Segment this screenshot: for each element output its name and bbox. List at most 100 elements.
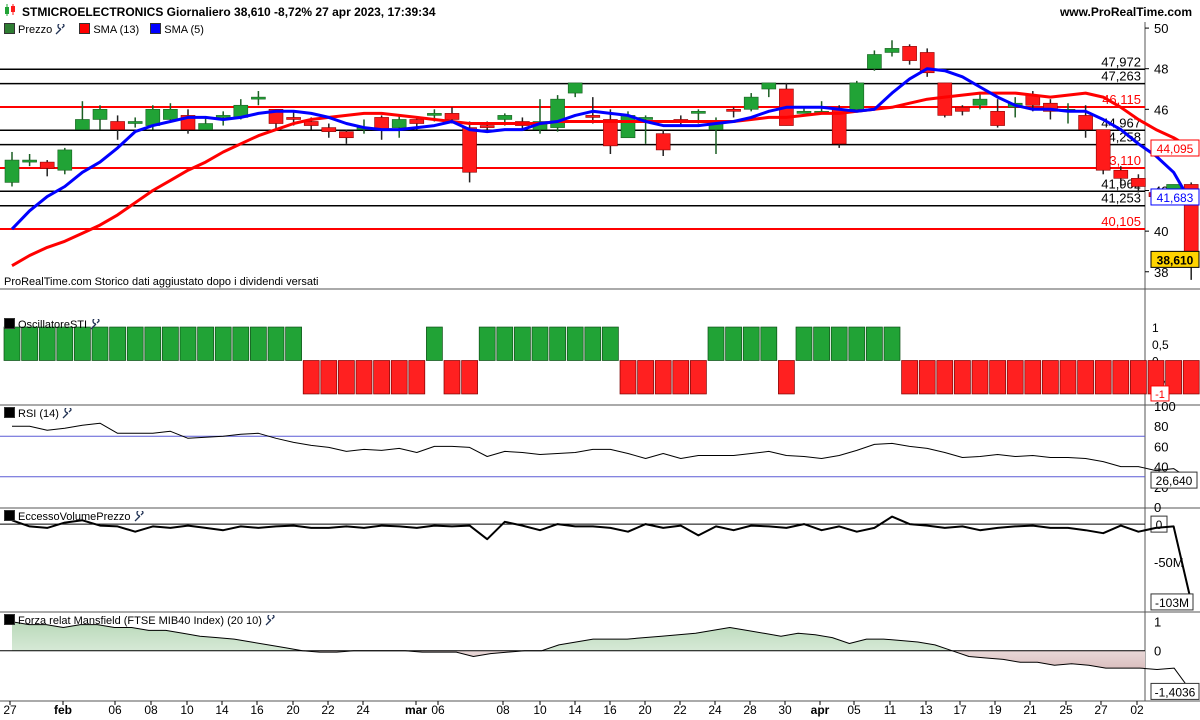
sma5-swatch	[150, 23, 162, 34]
osc-bar	[126, 326, 144, 361]
osc-bar	[760, 326, 778, 361]
vol-title: EccessoVolumePrezzo	[18, 511, 131, 523]
osc-bar	[954, 360, 971, 395]
candle-body	[497, 115, 513, 120]
osc-title: OscillatoreSTI	[18, 319, 88, 331]
candle-body	[955, 106, 970, 112]
sma13-swatch	[79, 23, 91, 34]
x-tick-label: 16	[250, 703, 264, 717]
wrench-icon[interactable]	[90, 319, 101, 330]
y-tick-label: 46	[1154, 102, 1168, 117]
y-tick-label: 80	[1154, 419, 1168, 434]
osc-bar	[566, 326, 584, 361]
volume-excess-line	[11, 515, 1193, 603]
candle-body	[163, 109, 178, 120]
x-tick-label: 10	[180, 703, 194, 717]
candle-body	[691, 111, 706, 114]
osc-bar	[742, 326, 760, 361]
osc-bar	[197, 326, 214, 361]
osc-bar	[144, 326, 162, 361]
osc-bar	[1112, 360, 1130, 395]
candle-body	[1095, 129, 1111, 171]
candle-body	[251, 96, 266, 100]
osc-bar	[214, 326, 232, 361]
y-tick-label: 1	[1152, 321, 1159, 335]
x-tick-label: 11	[884, 703, 897, 717]
candle-body	[743, 96, 759, 110]
x-tick-label: 14	[568, 703, 582, 717]
osc-bar	[602, 326, 619, 361]
candle-body	[603, 119, 618, 147]
sma13-legend-label: SMA (13)	[93, 24, 140, 36]
level-label: 41,253	[1101, 191, 1141, 206]
candle-body	[286, 117, 301, 120]
level-label: 47,263	[1101, 69, 1141, 84]
x-tick-label: 27	[3, 703, 17, 717]
osc-bar	[74, 326, 91, 361]
osc-bar	[56, 326, 74, 361]
osc-bar	[883, 326, 901, 361]
last-value-label: -103M	[1155, 596, 1189, 610]
osc-bar	[637, 360, 654, 395]
y-tick-label: 50	[1154, 21, 1168, 36]
x-tick-label: 21	[1023, 703, 1037, 717]
candle-body	[620, 115, 636, 139]
y-tick-label: 0	[1154, 500, 1161, 515]
osc-bar	[478, 326, 496, 361]
last-value-label: 44,095	[1157, 142, 1194, 156]
candle-body	[339, 131, 354, 139]
wrench-icon[interactable]	[62, 408, 73, 419]
x-tick-label: mar	[405, 703, 427, 717]
osc-bar	[918, 360, 936, 395]
x-tick-label: 06	[431, 703, 445, 717]
osc-bar	[707, 326, 725, 361]
osc-bar	[654, 360, 672, 395]
candle-body	[39, 161, 55, 169]
y-tick-label: 0	[1156, 518, 1163, 532]
osc-bar	[179, 326, 197, 361]
osc-bar	[989, 360, 1006, 395]
chart-header: STMICROELECTRONICS Giornaliero 38,610 -8…	[0, 0, 1200, 22]
candle-body	[726, 109, 741, 112]
osc-bar	[778, 360, 795, 395]
osc-bar	[1006, 360, 1024, 395]
y-tick-label: 0,5	[1152, 338, 1169, 352]
osc-bar	[338, 360, 355, 395]
candle-body	[884, 48, 900, 53]
osc-bar	[584, 326, 602, 361]
osc-bar	[426, 326, 443, 361]
candle-body	[990, 111, 1005, 126]
x-tick-label: 08	[496, 703, 510, 717]
osc-bar	[38, 326, 56, 361]
candle-body	[92, 109, 108, 120]
x-tick-label: feb	[54, 703, 72, 717]
candle-body	[75, 119, 90, 130]
y-tick-label: 48	[1154, 62, 1168, 77]
osc-bar	[1077, 360, 1094, 395]
x-tick-label: 17	[953, 703, 967, 717]
osc-bar	[830, 326, 848, 361]
mansfield-title: Forza relat Mansfield (FTSE MIB40 Index)…	[18, 615, 262, 627]
osc-bar	[514, 326, 531, 361]
candle-body	[427, 113, 442, 116]
wrench-icon[interactable]	[55, 24, 66, 35]
osc-bar	[390, 360, 408, 395]
y-tick-label: 40	[1154, 224, 1168, 239]
osc-bar	[443, 360, 461, 395]
x-tick-label: 22	[673, 703, 687, 717]
osc-bar	[320, 360, 338, 395]
candle-body	[585, 115, 601, 118]
wrench-icon[interactable]	[134, 511, 145, 522]
osc-bar	[1059, 360, 1077, 395]
x-tick-label: 10	[533, 703, 547, 717]
rsi-title: RSI (14)	[18, 408, 59, 420]
x-tick-label: 19	[988, 703, 1002, 717]
candle-body	[444, 113, 460, 120]
osc-bar	[267, 326, 285, 361]
y-tick-label: 60	[1154, 439, 1168, 454]
wrench-icon[interactable]	[265, 615, 276, 626]
osc-bar	[725, 326, 742, 361]
candle-body	[321, 127, 337, 132]
candle-body	[567, 82, 583, 94]
candle-body	[4, 159, 20, 183]
